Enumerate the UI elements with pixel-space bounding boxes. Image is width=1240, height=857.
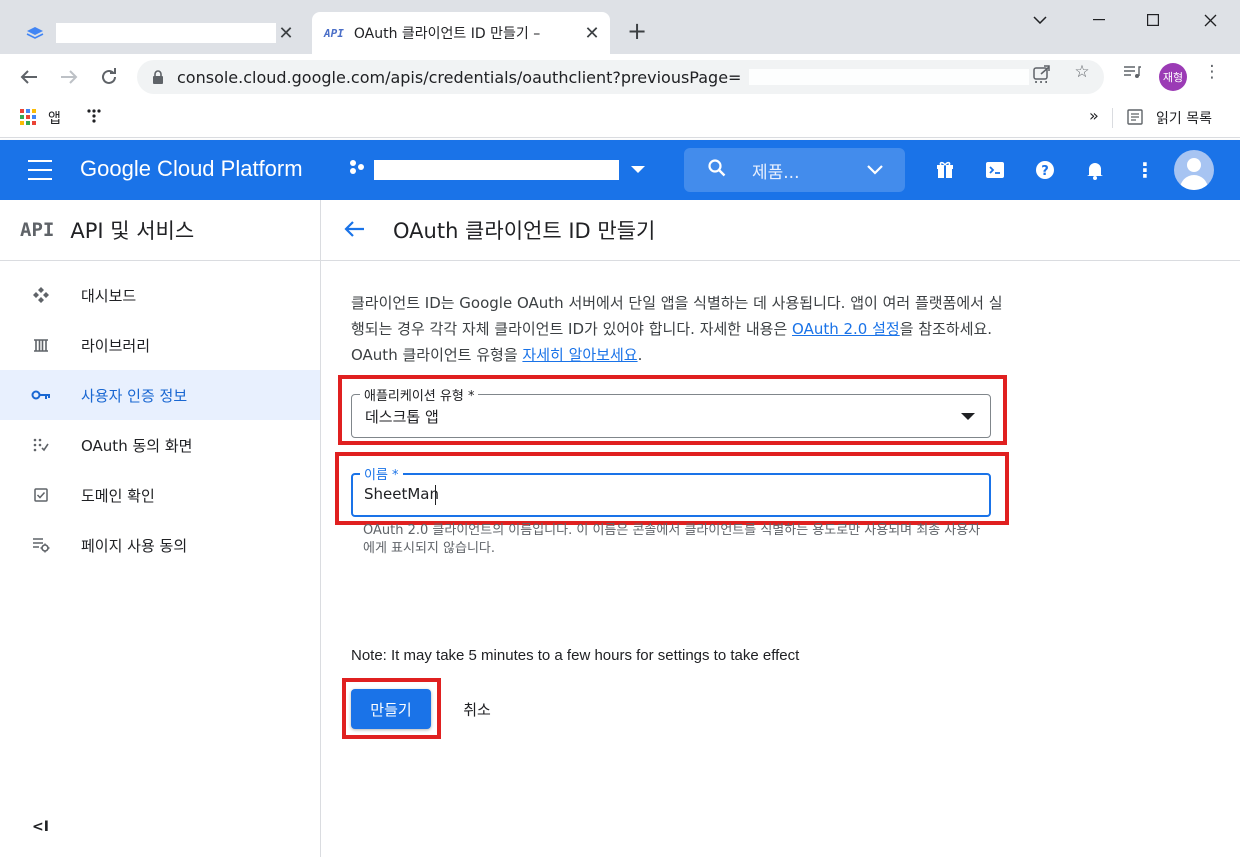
svg-text:?: ? (1041, 164, 1049, 179)
apps-grid-icon[interactable] (20, 109, 36, 125)
sidebar-item-label: 페이지 사용 동의 (81, 536, 188, 555)
reload-icon[interactable] (94, 62, 124, 92)
dropdown-caret-icon (961, 413, 975, 420)
cloud-shell-icon[interactable] (983, 158, 1007, 182)
account-avatar[interactable] (1174, 150, 1214, 190)
help-icon[interactable]: ? (1033, 158, 1057, 182)
sidebar-header: API API 및 서비스 (0, 200, 320, 261)
application-type-select[interactable]: 애플리케이션 유형 * 데스크톱 앱 (351, 385, 991, 438)
hamburger-menu-icon[interactable] (28, 160, 52, 180)
reading-list-icon[interactable] (1127, 109, 1143, 129)
browser-menu-icon[interactable]: ⋮ (1202, 62, 1222, 82)
api-logo-icon: API (20, 219, 55, 241)
bookmark-dots-icon[interactable] (86, 108, 102, 128)
new-tab-button[interactable]: + (624, 17, 650, 45)
key-icon (31, 389, 51, 401)
name-input[interactable]: 이름 * SheetMan (351, 464, 991, 517)
media-queue-icon[interactable] (1122, 62, 1142, 82)
checkbox-icon (31, 488, 51, 502)
text-cursor (435, 485, 436, 505)
sidebar-item-label: 대시보드 (81, 286, 137, 305)
search-expand-chevron-icon[interactable] (867, 160, 883, 179)
bookmarks-bar: 앱 » 읽기 목록 (0, 100, 1240, 138)
more-options-icon[interactable]: ⋮ (1133, 158, 1157, 182)
apps-bookmark-label[interactable]: 앱 (48, 108, 61, 128)
library-icon (31, 337, 51, 353)
search-placeholder: 제품... (752, 162, 800, 183)
sidebar-item-library[interactable]: 라이브러리 (0, 320, 320, 370)
sidebar-item-label: 도메인 확인 (81, 486, 155, 505)
gcp-header: Google Cloud Platform 제품... ? ⋮ (0, 140, 1240, 200)
tab-title: OAuth 클라이언트 ID 만들기 – (353, 26, 541, 42)
description-text: 클라이언트 ID는 Google OAuth 서버에서 단일 앱을 식별하는 데… (351, 294, 1003, 364)
api-favicon-icon: API (324, 26, 344, 40)
settings-note: Note: It may take 5 minutes to a few hou… (351, 647, 800, 664)
browser-toolbar: console.cloud.google.com/apis/credential… (0, 54, 1240, 100)
lock-icon (151, 70, 165, 84)
sidebar-item-label: 사용자 인증 정보 (81, 386, 188, 405)
sidebar-item-page-usage-agreements[interactable]: 페이지 사용 동의 (0, 520, 320, 570)
learn-more-link[interactable]: 자세히 알아보세요 (522, 346, 637, 364)
redacted-url (749, 69, 1030, 85)
back-arrow-icon[interactable] (343, 216, 365, 244)
browser-tab-1[interactable]: ✕ (14, 12, 304, 54)
redacted-tab-title (56, 23, 276, 43)
application-type-value: 데스크톱 앱 (365, 408, 439, 426)
main-content: OAuth 클라이언트 ID 만들기 클라이언트 ID는 Google OAut… (321, 200, 1240, 857)
profile-avatar[interactable]: 재형 (1159, 63, 1187, 91)
more-bookmarks-chevron[interactable]: » (1089, 106, 1099, 125)
gift-icon[interactable] (933, 158, 957, 182)
sidebar-item-label: 라이브러리 (81, 336, 151, 355)
close-tab-icon[interactable]: ✕ (580, 21, 604, 45)
maximize-window-button[interactable] (1138, 6, 1168, 34)
dashboard-icon (31, 286, 51, 304)
consent-icon (31, 437, 51, 453)
search-icon (708, 158, 726, 182)
notifications-bell-icon[interactable] (1083, 158, 1107, 182)
close-tab-icon[interactable]: ✕ (274, 21, 298, 45)
oauth-setup-link[interactable]: OAuth 2.0 설정 (792, 320, 900, 338)
sidebar-item-credentials[interactable]: 사용자 인증 정보 (0, 370, 320, 420)
sidebar-title: API 및 서비스 (70, 219, 195, 243)
browser-tab-active[interactable]: API OAuth 클라이언트 ID 만들기 – ✕ (312, 12, 610, 54)
sidebar: API API 및 서비스 대시보드 라이브러리 사용자 인증 정보 OAuth… (0, 200, 321, 857)
url-text: console.cloud.google.com/apis/credential… (177, 67, 742, 87)
gcp-title[interactable]: Google Cloud Platform (80, 156, 303, 182)
sidebar-item-label: OAuth 동의 화면 (81, 436, 193, 455)
sidebar-item-domain-verification[interactable]: 도메인 확인 (0, 470, 320, 520)
page-title: OAuth 클라이언트 ID 만들기 (393, 219, 656, 243)
product-search[interactable]: 제품... (684, 148, 905, 192)
project-dropdown-caret-icon (631, 166, 645, 173)
layers-favicon-icon (24, 25, 46, 41)
redacted-project-name (374, 159, 619, 180)
back-nav-icon[interactable] (14, 62, 44, 92)
bookmark-star-icon[interactable]: ☆ (1072, 62, 1092, 82)
name-label: 이름 * (360, 464, 403, 483)
reading-list-label[interactable]: 읽기 목록 (1156, 108, 1212, 128)
name-helper-text: OAuth 2.0 클라이언트의 이름입니다. 이 이름은 콘솔에서 클라이언트… (363, 523, 981, 556)
project-icon (348, 158, 366, 181)
bookmarks-divider (1112, 108, 1113, 128)
forward-nav-icon[interactable] (54, 62, 84, 92)
page-header: OAuth 클라이언트 ID 만들기 (321, 200, 1240, 261)
browser-tab-strip: ✕ API OAuth 클라이언트 ID 만들기 – ✕ + (0, 0, 1240, 54)
settings-list-icon (31, 537, 51, 553)
minimize-window-button[interactable] (1084, 6, 1114, 34)
project-selector[interactable] (348, 158, 645, 181)
sidebar-item-oauth-consent[interactable]: OAuth 동의 화면 (0, 420, 320, 470)
collapse-sidebar-icon[interactable]: <I (32, 819, 49, 835)
sidebar-item-dashboard[interactable]: 대시보드 (0, 270, 320, 320)
name-value: SheetMan (364, 485, 440, 503)
tab-search-chevron-icon[interactable] (1025, 6, 1055, 34)
address-bar[interactable]: console.cloud.google.com/apis/credential… (137, 60, 1104, 94)
application-type-label: 애플리케이션 유형 * (360, 385, 479, 404)
close-window-button[interactable] (1195, 6, 1225, 34)
cancel-button[interactable]: 취소 (447, 689, 507, 729)
share-icon[interactable] (1032, 62, 1052, 82)
create-button[interactable]: 만들기 (351, 689, 431, 729)
